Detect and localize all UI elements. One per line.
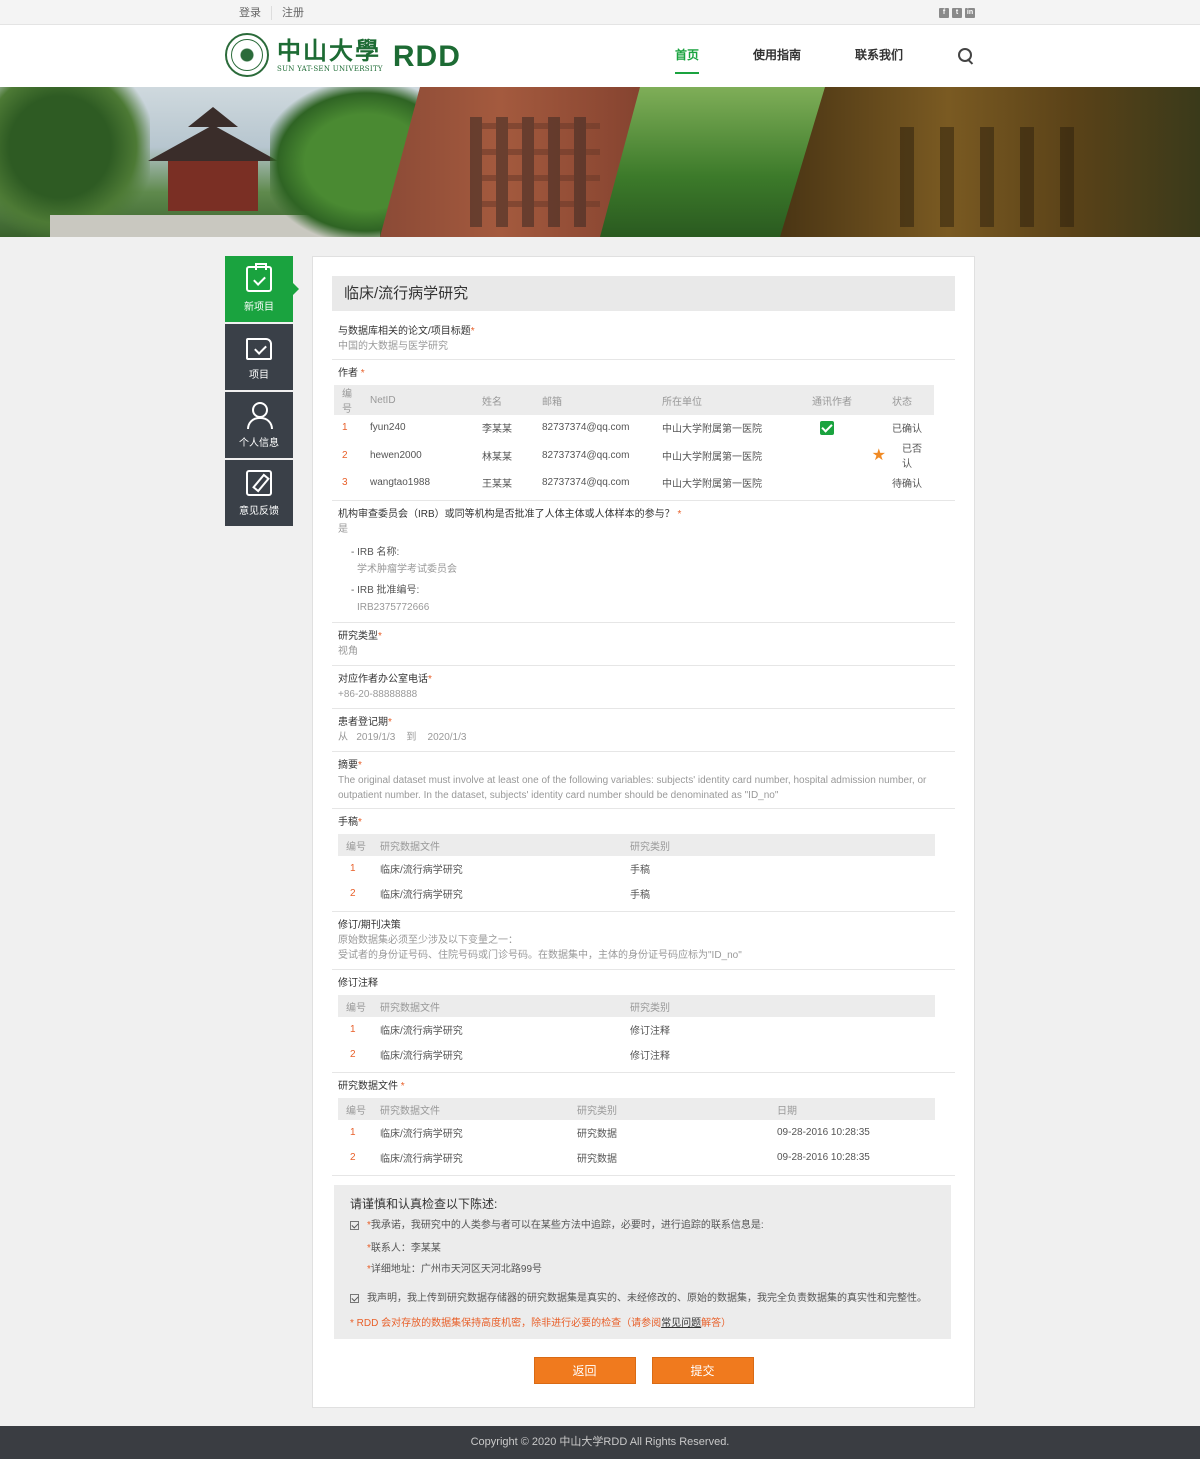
main-area: 新项目 项目 个人信息 意见反馈 临床/流行病学研究 与数据库相关的论文/项目标… <box>225 256 975 1408</box>
register-link[interactable]: 注册 <box>272 6 314 20</box>
logo-rdd: RDD <box>392 40 461 73</box>
logo-chinese-name: 中山大學 <box>277 36 381 65</box>
paper-title-label: 与数据库相关的论文/项目标题 <box>338 326 471 337</box>
university-seal-icon <box>225 33 269 77</box>
campus-banner <box>0 87 1200 237</box>
clipboard-icon <box>246 262 272 292</box>
back-button[interactable]: 返回 <box>533 1357 636 1384</box>
folder-icon <box>246 337 272 360</box>
sidebar-item-label: 意见反馈 <box>239 505 279 517</box>
period-section: 患者登记期* 从 2019/1/3 到 2020/1/3 <box>332 709 955 752</box>
site-logo[interactable]: 中山大學 SUN YAT-SEN UNIVERSITY RDD <box>225 33 461 77</box>
irb-section: 机构审查委员会（IRB）或同等机构是否批准了人体主体或人体样本的参与？ * 是 … <box>332 501 955 623</box>
form-actions: 返回 提交 <box>332 1357 955 1384</box>
nav-home[interactable]: 首页 <box>674 46 699 74</box>
table-row: 2 临床/流行病学研究 研究数据 09-28-2016 10:28:35 <box>350 1152 870 1165</box>
period-value: 从 2019/1/3 到 2020/1/3 <box>338 732 467 743</box>
page-title: 临床/流行病学研究 <box>332 276 955 311</box>
manuscript-label: 手稿 <box>338 817 358 828</box>
table-row: 1 临床/流行病学研究 研究数据 09-28-2016 10:28:35 <box>350 1127 870 1140</box>
table-row: 2 临床/流行病学研究 修订注释 <box>350 1049 670 1062</box>
search-icon[interactable] <box>957 47 975 65</box>
sidebar-item-profile[interactable]: 个人信息 <box>225 392 293 458</box>
revision-notes-table: 编号 研究数据文件 研究类别 1 临床/流行病学研究 修订注释 2 临床/流行病学研究… <box>338 995 935 1067</box>
contact-person: 联系人：李某某 <box>370 1243 441 1254</box>
top-utility-bar: 登录 注册 f t in <box>0 0 1200 25</box>
phone-value: +86-20-88888888 <box>338 689 418 700</box>
form-panel: 临床/流行病学研究 与数据库相关的论文/项目标题* 中国的大数据与医学研究 作者… <box>312 256 975 1408</box>
twitter-icon[interactable]: t <box>952 7 962 18</box>
confidentiality-note: * RDD 会对存放的数据集保持高度机密，除非进行必要的检查（请参阅常见问题解答… <box>350 1318 732 1329</box>
pledge-text: 我承诺，我研究中的人类参与者可以在某些方法中追踪，必要时，进行追踪的联系信息是: <box>370 1220 764 1231</box>
facebook-icon[interactable]: f <box>939 7 949 18</box>
site-footer: Copyright © 2020 中山大学RDD All Rights Rese… <box>0 1426 1200 1459</box>
irb-number-value: IRB2375772666 <box>357 602 430 613</box>
manuscript-section: 手稿* 编号 研究数据文件 研究类别 1 临床/流行病学研究 手稿 2 临床/流行病学… <box>332 809 955 912</box>
table-row: 2 hewen2000 林某某 82737374@qq.com 中山大学附属第一… <box>342 444 922 470</box>
user-icon <box>246 401 273 429</box>
revision-decision-section: 修订/期刊决策 原始数据集必须至少涉及以下变量之一： 受试者的身份证号码、住院号… <box>332 912 955 970</box>
faq-link[interactable]: 常见问题 <box>661 1318 701 1329</box>
declaration-notice: 请谨慎和认真检查以下陈述: *我承诺，我研究中的人类参与者可以在某些方法中追踪，… <box>334 1185 951 1339</box>
authors-section: 作者 * 编号 NetID 姓名 邮箱 所在单位 通讯作者 状态 1 fyun2… <box>332 360 955 501</box>
abstract-label: 摘要 <box>338 760 358 771</box>
nav-guide[interactable]: 使用指南 <box>753 46 801 66</box>
period-label: 患者登记期 <box>338 717 388 728</box>
contact-address: 详细地址：广州市天河区天河北路99号 <box>370 1264 543 1275</box>
study-type-label: 研究类型 <box>338 631 378 642</box>
sidebar-item-label: 新项目 <box>244 301 274 313</box>
data-files-table: 编号 研究数据文件 研究类别 日期 1 临床/流行病学研究 研究数据 09-28-20… <box>338 1098 935 1170</box>
notice-title: 请谨慎和认真检查以下陈述: <box>350 1197 498 1211</box>
declare-checkbox[interactable] <box>350 1294 359 1303</box>
sidebar-item-new-project[interactable]: 新项目 <box>225 256 299 322</box>
irb-name-value: 学术肿瘤学考试委员会 <box>357 564 457 575</box>
pledge-checkbox[interactable] <box>350 1221 359 1230</box>
table-row: 1 fyun240 李某某 82737374@qq.com 中山大学附属第一医院… <box>342 420 922 435</box>
revision-value-line2: 受试者的身份证号码、住院号码或门诊号码。在数据集中，主体的身份证号码应标为"ID… <box>338 950 742 961</box>
study-type-value: 视角 <box>338 646 358 657</box>
paper-title-section: 与数据库相关的论文/项目标题* 中国的大数据与医学研究 <box>332 320 955 360</box>
data-files-section: 研究数据文件 * 编号 研究数据文件 研究类别 日期 1 临床/流行病学研究 研究数… <box>332 1073 955 1176</box>
phone-label: 对应作者办公室电话 <box>338 674 428 685</box>
linkedin-icon[interactable]: in <box>965 7 975 18</box>
site-header: 中山大學 SUN YAT-SEN UNIVERSITY RDD 首页 使用指南 … <box>0 25 1200 87</box>
revision-value-line1: 原始数据集必须至少涉及以下变量之一： <box>338 935 518 946</box>
table-row: 2 临床/流行病学研究 手稿 <box>350 888 650 901</box>
star-icon[interactable]: ★ <box>872 447 886 464</box>
irb-value: 是 <box>338 524 348 535</box>
irb-name-label: - IRB 名称: <box>351 547 400 558</box>
manuscript-table: 编号 研究数据文件 研究类别 1 临床/流行病学研究 手稿 2 临床/流行病学研究 手稿 <box>338 834 935 906</box>
phone-section: 对应作者办公室电话* +86-20-88888888 <box>332 666 955 709</box>
irb-label: 机构审查委员会（IRB）或同等机构是否批准了人体主体或人体样本的参与？ <box>338 509 675 520</box>
irb-number-label: - IRB 批准编号: <box>351 585 420 596</box>
submit-button[interactable]: 提交 <box>651 1357 754 1384</box>
nav-contact[interactable]: 联系我们 <box>855 46 903 66</box>
declare-text: 我声明，我上传到研究数据存储器的研究数据集是真实的、未经修改的、原始的数据集，我… <box>367 1293 927 1304</box>
sidebar-item-projects[interactable]: 项目 <box>225 324 293 390</box>
sidebar-item-label: 项目 <box>249 369 269 381</box>
data-files-label: 研究数据文件 <box>338 1081 398 1092</box>
account-links: 登录 注册 <box>225 0 314 25</box>
authors-label: 作者 <box>338 368 358 379</box>
sidebar-item-label: 个人信息 <box>239 437 279 449</box>
logo-english-name: SUN YAT-SEN UNIVERSITY <box>277 65 383 73</box>
table-row: 1 临床/流行病学研究 修订注释 <box>350 1024 670 1037</box>
sidebar-item-feedback[interactable]: 意见反馈 <box>225 460 293 526</box>
main-nav: 首页 使用指南 联系我们 <box>674 25 975 87</box>
authors-table: 编号 NetID 姓名 邮箱 所在单位 通讯作者 状态 1 fyun240 李某… <box>334 385 934 495</box>
social-links: f t in <box>939 7 975 18</box>
revision-notes-section: 修订注释 编号 研究数据文件 研究类别 1 临床/流行病学研究 修订注释 2 临床/流… <box>332 970 955 1073</box>
feedback-icon <box>246 469 272 496</box>
abstract-value: The original dataset must involve at lea… <box>338 775 927 801</box>
sidebar: 新项目 项目 个人信息 意见反馈 <box>225 256 299 528</box>
revision-notes-label: 修订注释 <box>338 978 378 989</box>
study-type-section: 研究类型* 视角 <box>332 623 955 666</box>
corresponding-check-icon[interactable] <box>820 420 834 435</box>
paper-title-value: 中国的大数据与医学研究 <box>338 341 448 352</box>
revision-label: 修订/期刊决策 <box>338 920 401 931</box>
abstract-section: 摘要* The original dataset must involve at… <box>332 752 955 809</box>
table-row: 1 临床/流行病学研究 手稿 <box>350 863 650 876</box>
login-link[interactable]: 登录 <box>225 5 272 20</box>
table-row: 3 wangtao1988 王某某 82737374@qq.com 中山大学附属… <box>342 477 922 490</box>
